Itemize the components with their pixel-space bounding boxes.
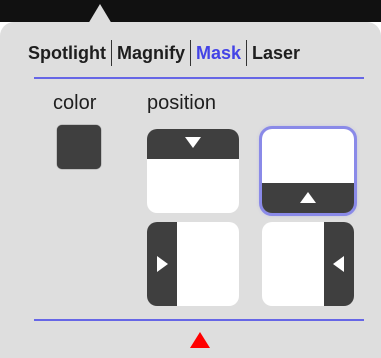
top-bar — [0, 0, 381, 24]
arrow-left-icon — [333, 256, 344, 272]
position-top-button[interactable] — [147, 129, 239, 213]
tab-bar: Spotlight Magnify Mask Laser — [0, 36, 381, 70]
position-bottom-button[interactable] — [259, 126, 357, 216]
arrow-up-icon — [300, 192, 316, 203]
arrow-right-icon — [157, 256, 168, 272]
tab-magnify[interactable]: Magnify — [112, 39, 190, 67]
red-triangle-indicator-icon[interactable] — [190, 332, 210, 348]
tab-mask[interactable]: Mask — [191, 39, 246, 67]
color-label: color — [53, 92, 97, 114]
top-divider — [34, 77, 364, 79]
position-left-button[interactable] — [147, 222, 239, 306]
position-right-button[interactable] — [262, 222, 354, 306]
mask-color-swatch[interactable] — [57, 125, 101, 169]
mask-popover: Spotlight Magnify Mask Laser color posit… — [0, 22, 381, 358]
bottom-divider — [34, 319, 364, 321]
arrow-down-icon — [185, 137, 201, 148]
position-label: position — [147, 92, 216, 114]
tab-spotlight[interactable]: Spotlight — [0, 39, 111, 67]
popover-pointer — [88, 4, 112, 24]
tab-laser[interactable]: Laser — [247, 39, 305, 67]
